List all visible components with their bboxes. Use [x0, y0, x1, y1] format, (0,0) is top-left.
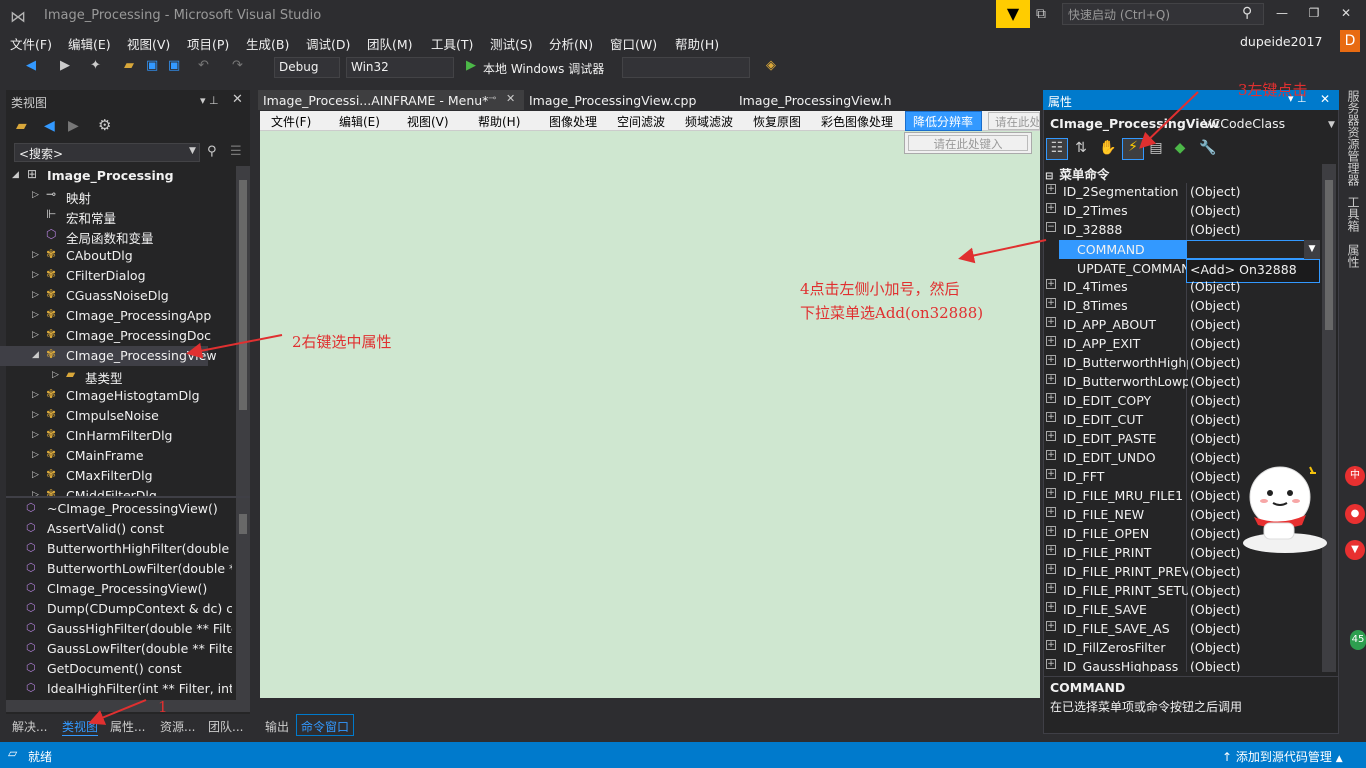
annotation-step-2: 2右键选中属性 [292, 333, 392, 351]
source-control-label: 添加到源代码管理 [1235, 750, 1332, 764]
annotation-step-4-line1: 4点击左侧小加号，然后 [800, 280, 960, 298]
annotation-arrows [88, 91, 1199, 725]
chevron-up-icon: ▲ [1335, 754, 1343, 764]
arrow-2 [186, 334, 283, 359]
arrow-3 [1139, 91, 1199, 149]
arrow-1 [88, 699, 147, 725]
status-icon: ▱ [8, 746, 18, 760]
arrow-4 [958, 239, 1047, 264]
annotation-step-1: 1 [158, 698, 168, 716]
add-to-source-control-button[interactable]: ↑ 添加到源代码管理 ▲ [1222, 748, 1343, 765]
status-text: 就绪 [28, 750, 53, 764]
annotation-step-4-line2: 下拉菜单选Add(on32888) [800, 304, 984, 322]
status-bar [0, 742, 1366, 768]
annotation-step-3: 3左键点击 [1238, 81, 1308, 99]
upload-arrow-icon: ↑ [1222, 750, 1236, 764]
